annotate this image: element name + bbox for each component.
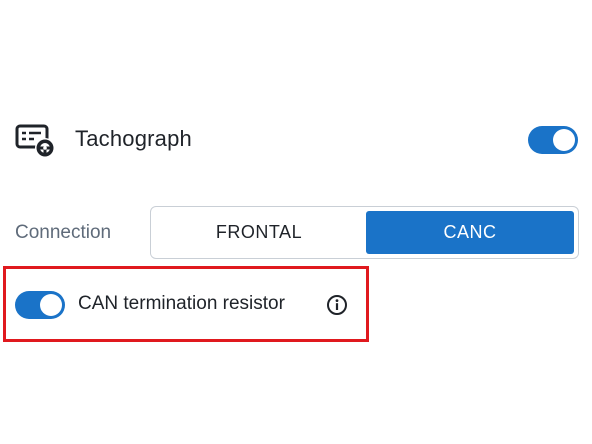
- connection-label: Connection: [15, 222, 112, 243]
- tachograph-row: Tachograph: [0, 110, 592, 170]
- connection-option-frontal[interactable]: FRONTAL: [155, 211, 363, 254]
- toggle-knob: [553, 129, 575, 151]
- can-termination-toggle[interactable]: [15, 291, 65, 319]
- tachograph-label: Tachograph: [75, 126, 192, 151]
- tachograph-icon: [15, 124, 55, 158]
- info-icon[interactable]: [326, 294, 348, 316]
- connection-selector: FRONTAL CANC: [150, 206, 579, 259]
- can-termination-label: CAN termination resistor: [78, 293, 285, 314]
- tachograph-toggle[interactable]: [528, 126, 578, 154]
- connection-option-canc[interactable]: CANC: [366, 211, 574, 254]
- settings-panel: Tachograph Connection FRONTAL CANC CAN t…: [0, 0, 592, 444]
- toggle-knob: [40, 294, 62, 316]
